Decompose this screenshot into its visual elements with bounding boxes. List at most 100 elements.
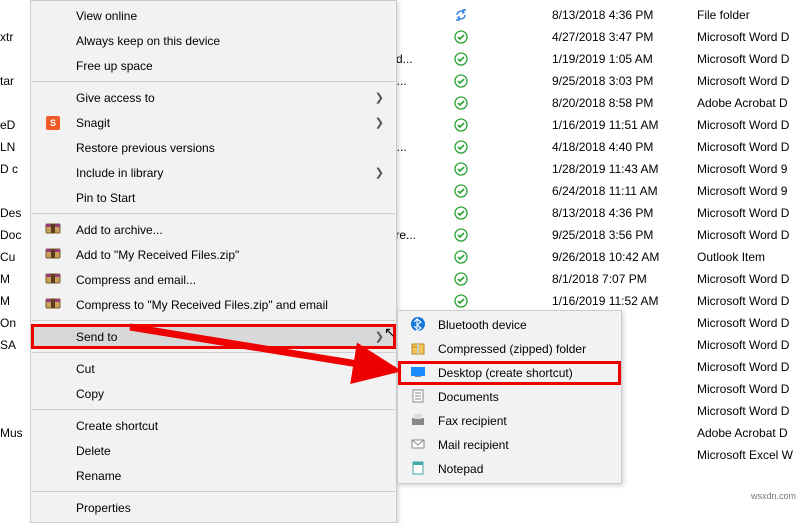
submenu-item-compressed-zipped-folder[interactable]: Compressed (zipped) folder bbox=[398, 337, 621, 361]
submenu-item-notepad[interactable]: Notepad bbox=[398, 457, 621, 481]
file-type: Microsoft Word D bbox=[697, 272, 800, 286]
file-type: Adobe Acrobat D bbox=[697, 96, 800, 110]
menu-item-compress-to-my-received-files-zip-and-email[interactable]: Compress to "My Received Files.zip" and … bbox=[31, 292, 396, 317]
menu-label: Rename bbox=[76, 469, 121, 483]
menu-label: Send to bbox=[76, 330, 117, 344]
menu-item-copy[interactable]: Copy bbox=[31, 381, 396, 406]
menu-item-include-in-library[interactable]: Include in library ❯ bbox=[31, 160, 396, 185]
menu-item-cut[interactable]: Cut bbox=[31, 356, 396, 381]
file-type: Microsoft Word D bbox=[697, 338, 800, 352]
snagit-icon: S bbox=[43, 115, 63, 130]
file-name-fragment: Cu bbox=[0, 250, 30, 264]
menu-label: Add to archive... bbox=[76, 223, 163, 237]
desk-icon bbox=[408, 364, 428, 383]
menu-item-send-to[interactable]: Send to❯ bbox=[31, 324, 396, 349]
submenu-label: Notepad bbox=[438, 462, 483, 476]
file-type: Microsoft Word D bbox=[697, 404, 800, 418]
file-type: Microsoft Word D bbox=[697, 74, 800, 88]
submenu-item-fax-recipient[interactable]: Fax recipient bbox=[398, 409, 621, 433]
chevron-right-icon: ❯ bbox=[375, 116, 384, 129]
menu-item-rename[interactable]: Rename bbox=[31, 463, 396, 488]
menu-label: Always keep on this device bbox=[76, 34, 220, 48]
menu-item-snagit[interactable]: SSnagit❯ bbox=[31, 110, 396, 135]
menu-item-pin-to-start[interactable]: Pin to Start bbox=[31, 185, 396, 210]
status-icon bbox=[454, 8, 472, 22]
file-date: 8/13/2018 4:36 PM bbox=[552, 8, 692, 22]
file-date: 1/28/2019 11:43 AM bbox=[552, 162, 692, 176]
fax-icon bbox=[408, 412, 428, 431]
file-name-fragment: Des bbox=[0, 206, 30, 220]
file-name-fragment: On bbox=[0, 316, 30, 330]
file-name-fragment: xtr bbox=[0, 30, 30, 44]
file-name-fragment: M bbox=[0, 272, 30, 286]
menu-label: Compress to "My Received Files.zip" and … bbox=[76, 298, 328, 312]
sendto-submenu[interactable]: Bluetooth device Compressed (zipped) fold… bbox=[397, 310, 622, 484]
submenu-label: Mail recipient bbox=[438, 438, 509, 452]
submenu-item-bluetooth-device[interactable]: Bluetooth device bbox=[398, 313, 621, 337]
menu-label: Create shortcut bbox=[76, 419, 158, 433]
file-type: Microsoft Word D bbox=[697, 382, 800, 396]
file-type: Adobe Acrobat D bbox=[697, 426, 800, 440]
context-menu[interactable]: View online Always keep on this device Fre… bbox=[30, 0, 397, 523]
submenu-label: Compressed (zipped) folder bbox=[438, 342, 586, 356]
file-date: 8/1/2018 7:07 PM bbox=[552, 272, 692, 286]
file-name-fragment: M bbox=[0, 294, 30, 308]
file-name-fragment: Mus bbox=[0, 426, 30, 440]
file-type: Microsoft Word D bbox=[697, 316, 800, 330]
menu-item-create-shortcut[interactable]: Create shortcut bbox=[31, 413, 396, 438]
submenu-label: Fax recipient bbox=[438, 414, 507, 428]
file-date: 6/24/2018 11:11 AM bbox=[552, 184, 692, 198]
file-date: 8/20/2018 8:58 PM bbox=[552, 96, 692, 110]
status-icon bbox=[454, 184, 472, 198]
menu-label: Give access to bbox=[76, 91, 155, 105]
submenu-item-documents[interactable]: Documents bbox=[398, 385, 621, 409]
menu-item-add-to-archive[interactable]: Add to archive... bbox=[31, 217, 396, 242]
menu-item-view-online[interactable]: View online bbox=[31, 3, 396, 28]
status-icon bbox=[454, 140, 472, 154]
submenu-item-mail-recipient[interactable]: Mail recipient bbox=[398, 433, 621, 457]
file-name-fragment: eD bbox=[0, 118, 30, 132]
file-type: Microsoft Word D bbox=[697, 140, 800, 154]
file-type: Microsoft Word 9 bbox=[697, 184, 800, 198]
status-icon bbox=[454, 96, 472, 110]
bt-icon bbox=[408, 316, 428, 335]
mail-icon bbox=[408, 436, 428, 455]
file-date: 1/16/2019 11:52 AM bbox=[552, 294, 692, 308]
menu-item-give-access-to[interactable]: Give access to❯ bbox=[31, 85, 396, 110]
submenu-item-desktop-create-shortcut[interactable]: Desktop (create shortcut) bbox=[398, 361, 621, 385]
status-icon bbox=[454, 294, 472, 308]
status-icon bbox=[454, 228, 472, 242]
status-icon bbox=[454, 250, 472, 264]
status-icon bbox=[454, 272, 472, 286]
file-name-fragment: LN bbox=[0, 140, 30, 154]
menu-item-compress-and-email[interactable]: Compress and email... bbox=[31, 267, 396, 292]
menu-label: Free up space bbox=[76, 59, 153, 73]
file-date: 4/27/2018 3:47 PM bbox=[552, 30, 692, 44]
file-date: 4/18/2018 4:40 PM bbox=[552, 140, 692, 154]
menu-item-always-keep-on-this-device[interactable]: Always keep on this device bbox=[31, 28, 396, 53]
file-type: Outlook Item bbox=[697, 250, 800, 264]
menu-item-free-up-space[interactable]: Free up space bbox=[31, 53, 396, 78]
file-date: 9/25/2018 3:56 PM bbox=[552, 228, 692, 242]
file-type: Microsoft Word D bbox=[697, 294, 800, 308]
chevron-right-icon: ❯ bbox=[375, 166, 384, 179]
file-type: Microsoft Word D bbox=[697, 52, 800, 66]
file-type: Microsoft Word D bbox=[697, 228, 800, 242]
menu-label: Include in library bbox=[76, 166, 163, 180]
menu-label: Compress and email... bbox=[76, 273, 196, 287]
status-icon bbox=[454, 30, 472, 44]
file-type: Microsoft Word 9 bbox=[697, 162, 800, 176]
file-name-fragment: D c bbox=[0, 162, 30, 176]
rar-icon bbox=[43, 221, 63, 238]
watermark: wsxdn.com bbox=[751, 491, 796, 501]
menu-item-delete[interactable]: Delete bbox=[31, 438, 396, 463]
note-icon bbox=[408, 460, 428, 479]
status-icon bbox=[454, 206, 472, 220]
menu-item-add-to-my-received-files-zip[interactable]: Add to "My Received Files.zip" bbox=[31, 242, 396, 267]
menu-label: View online bbox=[76, 9, 137, 23]
menu-label: Copy bbox=[76, 387, 104, 401]
rar-icon bbox=[43, 296, 63, 313]
menu-item-properties[interactable]: Properties bbox=[31, 495, 396, 520]
menu-item-restore-previous-versions[interactable]: Restore previous versions bbox=[31, 135, 396, 160]
file-type: Microsoft Excel W bbox=[697, 448, 800, 462]
